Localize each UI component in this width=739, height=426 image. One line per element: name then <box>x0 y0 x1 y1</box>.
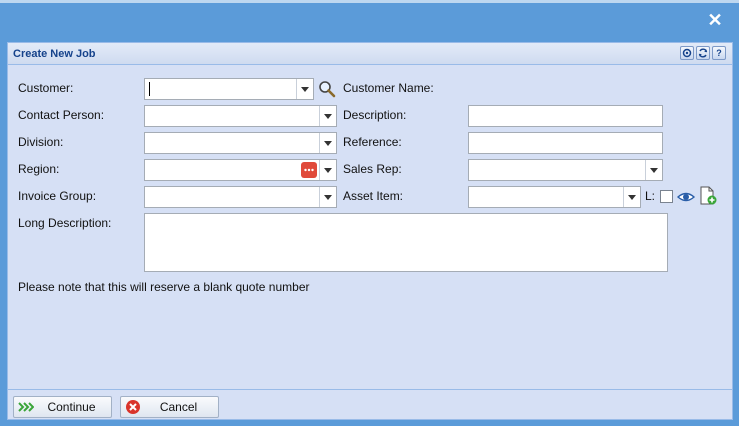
description-label: Description: <box>343 108 407 122</box>
long-description-label: Long Description: <box>18 216 112 230</box>
continue-button[interactable]: Continue <box>13 396 112 418</box>
invoice-group-label: Invoice Group: <box>18 189 97 203</box>
region-label: Region: <box>18 162 60 176</box>
panel-tools: ? <box>680 46 726 60</box>
chevron-down-icon[interactable] <box>623 187 640 207</box>
eye-icon[interactable] <box>676 187 696 207</box>
cancel-button[interactable]: Cancel <box>120 396 219 418</box>
long-description-textarea[interactable] <box>144 213 668 272</box>
cancel-icon <box>125 399 141 415</box>
customer-combo[interactable] <box>144 78 314 100</box>
invoice-group-combo[interactable] <box>144 186 337 208</box>
asset-item-combo[interactable] <box>468 186 641 208</box>
help-icon[interactable]: ? <box>712 46 726 60</box>
window-top-edge <box>0 0 739 3</box>
sales-rep-label: Sales Rep: <box>343 162 402 176</box>
customer-name-label: Customer Name: <box>343 81 434 95</box>
region-combo[interactable] <box>144 159 337 181</box>
close-icon[interactable]: ✕ <box>707 11 723 29</box>
l-label: L: <box>645 189 656 203</box>
refresh-icon[interactable] <box>696 46 710 60</box>
region-picker-icon[interactable] <box>301 162 317 178</box>
division-combo[interactable] <box>144 132 337 154</box>
description-input[interactable] <box>468 105 663 127</box>
contact-person-combo[interactable] <box>144 105 337 127</box>
reference-label: Reference: <box>343 135 402 149</box>
contact-person-label: Contact Person: <box>18 108 105 122</box>
customer-label: Customer: <box>18 81 74 95</box>
reserve-quote-note: Please note that this will reserve a bla… <box>18 280 310 294</box>
create-job-panel: Create New Job ? Customer: Customer Name… <box>7 42 733 420</box>
sales-rep-combo[interactable] <box>468 159 663 181</box>
chevron-down-icon[interactable] <box>645 160 662 180</box>
division-label: Division: <box>18 135 64 149</box>
chevron-down-icon[interactable] <box>296 79 313 99</box>
search-icon[interactable] <box>317 79 337 99</box>
panel-header: Create New Job ? <box>8 43 732 65</box>
chevron-down-icon[interactable] <box>319 160 336 180</box>
asset-item-label: Asset Item: <box>343 189 404 203</box>
chevron-down-icon[interactable] <box>319 187 336 207</box>
chevron-down-icon[interactable] <box>319 133 336 153</box>
panel-footer: Continue Cancel <box>8 389 732 419</box>
l-checkbox[interactable] <box>660 190 673 203</box>
settings-icon[interactable] <box>680 46 694 60</box>
reference-input[interactable] <box>468 132 663 154</box>
add-document-icon[interactable] <box>698 186 718 206</box>
panel-title: Create New Job <box>13 48 96 60</box>
continue-arrows-icon <box>18 399 35 415</box>
text-cursor <box>149 82 150 96</box>
chevron-down-icon[interactable] <box>319 106 336 126</box>
